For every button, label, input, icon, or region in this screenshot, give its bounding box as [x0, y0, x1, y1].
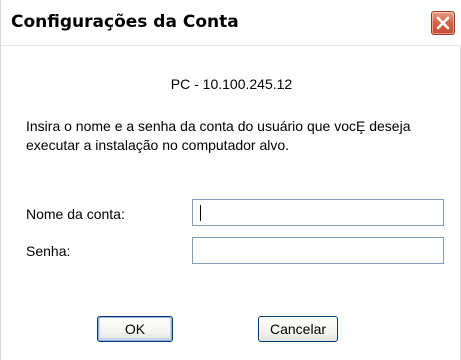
host-label: PC - 10.100.245.12: [170, 76, 293, 92]
text-caret: [200, 205, 201, 221]
title-bar[interactable]: Configurações da Conta: [1, 0, 461, 46]
password-input[interactable]: [192, 237, 444, 264]
close-icon: [436, 16, 450, 30]
dialog-body: PC - 10.100.245.12 Insira o nome e a sen…: [13, 46, 450, 360]
instructions-text: Insira o nome e a senha da conta do usuá…: [26, 118, 411, 153]
password-label: Senha:: [26, 243, 71, 259]
cancel-button[interactable]: Cancelar: [258, 316, 338, 342]
ok-button[interactable]: OK: [97, 316, 173, 342]
account-name-input[interactable]: [192, 199, 444, 226]
window-title: Configurações da Conta: [11, 12, 239, 32]
account-name-label: Nome da conta:: [26, 206, 125, 222]
dialog-window: Configurações da Conta PC - 10.100.245.1…: [0, 0, 461, 360]
close-button[interactable]: [431, 11, 455, 35]
